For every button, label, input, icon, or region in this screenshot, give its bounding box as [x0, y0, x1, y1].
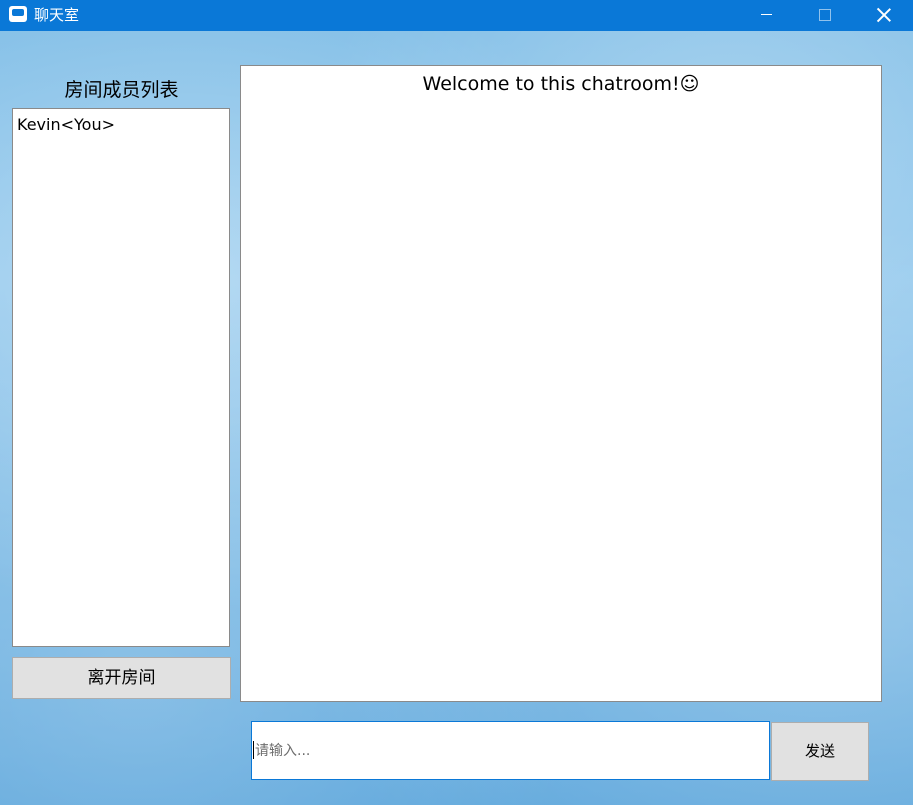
close-button[interactable]	[854, 0, 912, 31]
minimize-button[interactable]	[738, 0, 796, 31]
window-title: 聊天室	[34, 6, 80, 24]
title-bar[interactable]: 聊天室	[0, 0, 913, 31]
minimize-icon	[761, 14, 772, 15]
member-list-item[interactable]: Kevin<You>	[17, 115, 115, 135]
message-input[interactable]	[251, 721, 770, 780]
leave-room-button[interactable]: 离开房间	[12, 657, 231, 699]
member-list-heading: 房间成员列表	[64, 79, 179, 101]
chatroom-window: 聊天室 房间成员列表 Kevin<You> 离开房间 Welcome to th…	[0, 0, 913, 805]
close-icon	[876, 7, 892, 23]
maximize-button[interactable]	[796, 0, 854, 31]
chat-message-area[interactable]: Welcome to this chatroom!☺	[240, 65, 882, 702]
member-list[interactable]: Kevin<You>	[12, 108, 230, 647]
chat-bubble-icon	[9, 6, 27, 22]
text-caret	[253, 741, 254, 759]
welcome-message: Welcome to this chatroom!☺	[422, 73, 700, 95]
maximize-icon	[819, 9, 831, 21]
send-button[interactable]: 发送	[771, 722, 869, 781]
